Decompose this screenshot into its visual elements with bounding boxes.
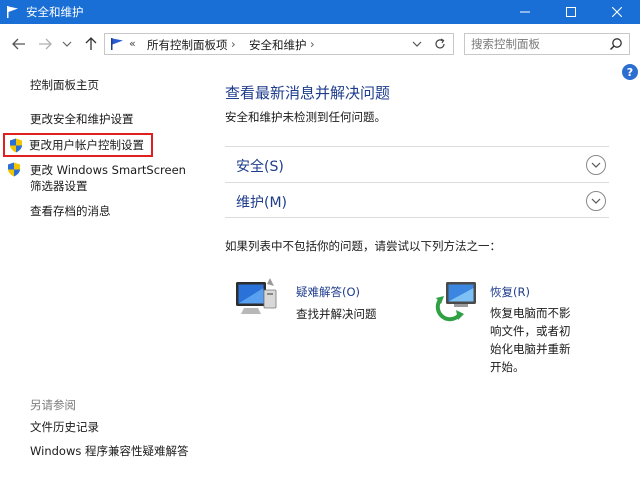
sidebar-link-compat-troubleshooter[interactable]: Windows 程序兼容性疑难解答 xyxy=(30,444,189,459)
search-input[interactable] xyxy=(471,36,601,52)
breadcrumb-all-control-panel-items[interactable]: 所有控制面板项 xyxy=(147,37,228,53)
search-icon[interactable] xyxy=(609,37,623,51)
uac-shield-icon xyxy=(8,162,20,177)
chevron-down-icon xyxy=(591,198,601,204)
security-flag-icon xyxy=(111,38,123,50)
chevron-down-icon xyxy=(62,41,72,47)
minimize-button[interactable] xyxy=(502,0,548,24)
recovery-icon[interactable] xyxy=(432,278,480,322)
breadcrumb-separator[interactable]: › xyxy=(231,37,236,51)
uac-shield-icon xyxy=(10,138,22,153)
section-maintenance[interactable]: 维护(M) xyxy=(225,182,609,218)
minimize-icon xyxy=(520,11,530,13)
search-box[interactable] xyxy=(464,33,630,55)
sidebar-link-uac-settings[interactable]: 更改用户帐户控制设置 xyxy=(29,138,144,153)
refresh-icon xyxy=(435,38,445,49)
window-title: 安全和维护 xyxy=(26,5,84,19)
chevron-down-icon xyxy=(412,41,422,47)
maximize-icon xyxy=(566,7,576,17)
troubleshooting-desc: 查找并解决问题 xyxy=(296,307,377,321)
back-button[interactable] xyxy=(10,35,28,53)
close-icon xyxy=(612,7,622,17)
troubleshooting-link[interactable]: 疑难解答(O) xyxy=(296,284,360,300)
close-button[interactable] xyxy=(594,0,640,24)
maximize-button[interactable] xyxy=(548,0,594,24)
expand-maintenance-button[interactable] xyxy=(586,191,606,211)
sidebar-link-file-history[interactable]: 文件历史记录 xyxy=(30,420,99,435)
arrow-left-icon xyxy=(12,38,25,50)
up-button[interactable] xyxy=(82,35,100,53)
forward-button[interactable] xyxy=(36,35,54,53)
address-bar[interactable]: « 所有控制面板项 › 安全和维护 › xyxy=(104,33,454,55)
address-dropdown-button[interactable] xyxy=(409,36,425,52)
breadcrumb-security-maintenance[interactable]: 安全和维护 xyxy=(249,37,307,53)
recovery-desc: 恢复电脑而不影响文件，或者初始化电脑并重新开始。 xyxy=(490,306,571,374)
expand-security-button[interactable] xyxy=(586,155,606,175)
section-label[interactable]: 维护(M) xyxy=(236,192,287,212)
recovery-link[interactable]: 恢复(R) xyxy=(490,284,530,300)
arrow-right-icon xyxy=(39,38,52,50)
sidebar-link-control-panel-home[interactable]: 控制面板主页 xyxy=(30,78,99,93)
status-text: 安全和维护未检测到任何问题。 xyxy=(225,110,386,124)
sidebar: 控制面板主页 更改安全和维护设置 更改用户帐户控制设置 更改 Windows S… xyxy=(0,60,210,479)
sidebar-link-archived-messages[interactable]: 查看存档的消息 xyxy=(30,204,111,219)
flag-icon xyxy=(7,6,18,18)
sidebar-link-smartscreen[interactable]: 更改 Windows SmartScreen xyxy=(30,163,186,178)
sidebar-link-smartscreen-cont[interactable]: 筛选器设置 xyxy=(30,179,88,194)
navigation-bar: « 所有控制面板项 › 安全和维护 › xyxy=(0,28,640,60)
chevron-down-icon xyxy=(591,162,601,168)
page-title: 查看最新消息并解决问题 xyxy=(225,84,391,102)
main-content: 查看最新消息并解决问题 安全和维护未检测到任何问题。 安全(S) 维护(M) 如… xyxy=(210,60,640,479)
breadcrumb-separator[interactable]: › xyxy=(310,37,315,51)
arrow-up-icon xyxy=(85,37,97,50)
section-label[interactable]: 安全(S) xyxy=(236,156,284,176)
breadcrumb-overflow[interactable]: « xyxy=(129,37,136,50)
section-security[interactable]: 安全(S) xyxy=(225,146,609,182)
try-methods-text: 如果列表中不包括你的问题，请尝试以下列方法之一： xyxy=(225,239,501,253)
refresh-button[interactable] xyxy=(431,36,449,52)
troubleshooting-icon[interactable] xyxy=(234,278,278,318)
sidebar-link-security-settings[interactable]: 更改安全和维护设置 xyxy=(30,112,134,127)
uac-settings-highlight[interactable]: 更改用户帐户控制设置 xyxy=(3,133,153,157)
see-also-heading: 另请参阅 xyxy=(30,398,76,412)
title-bar: 安全和维护 xyxy=(0,0,640,24)
recent-locations-button[interactable] xyxy=(58,35,76,53)
